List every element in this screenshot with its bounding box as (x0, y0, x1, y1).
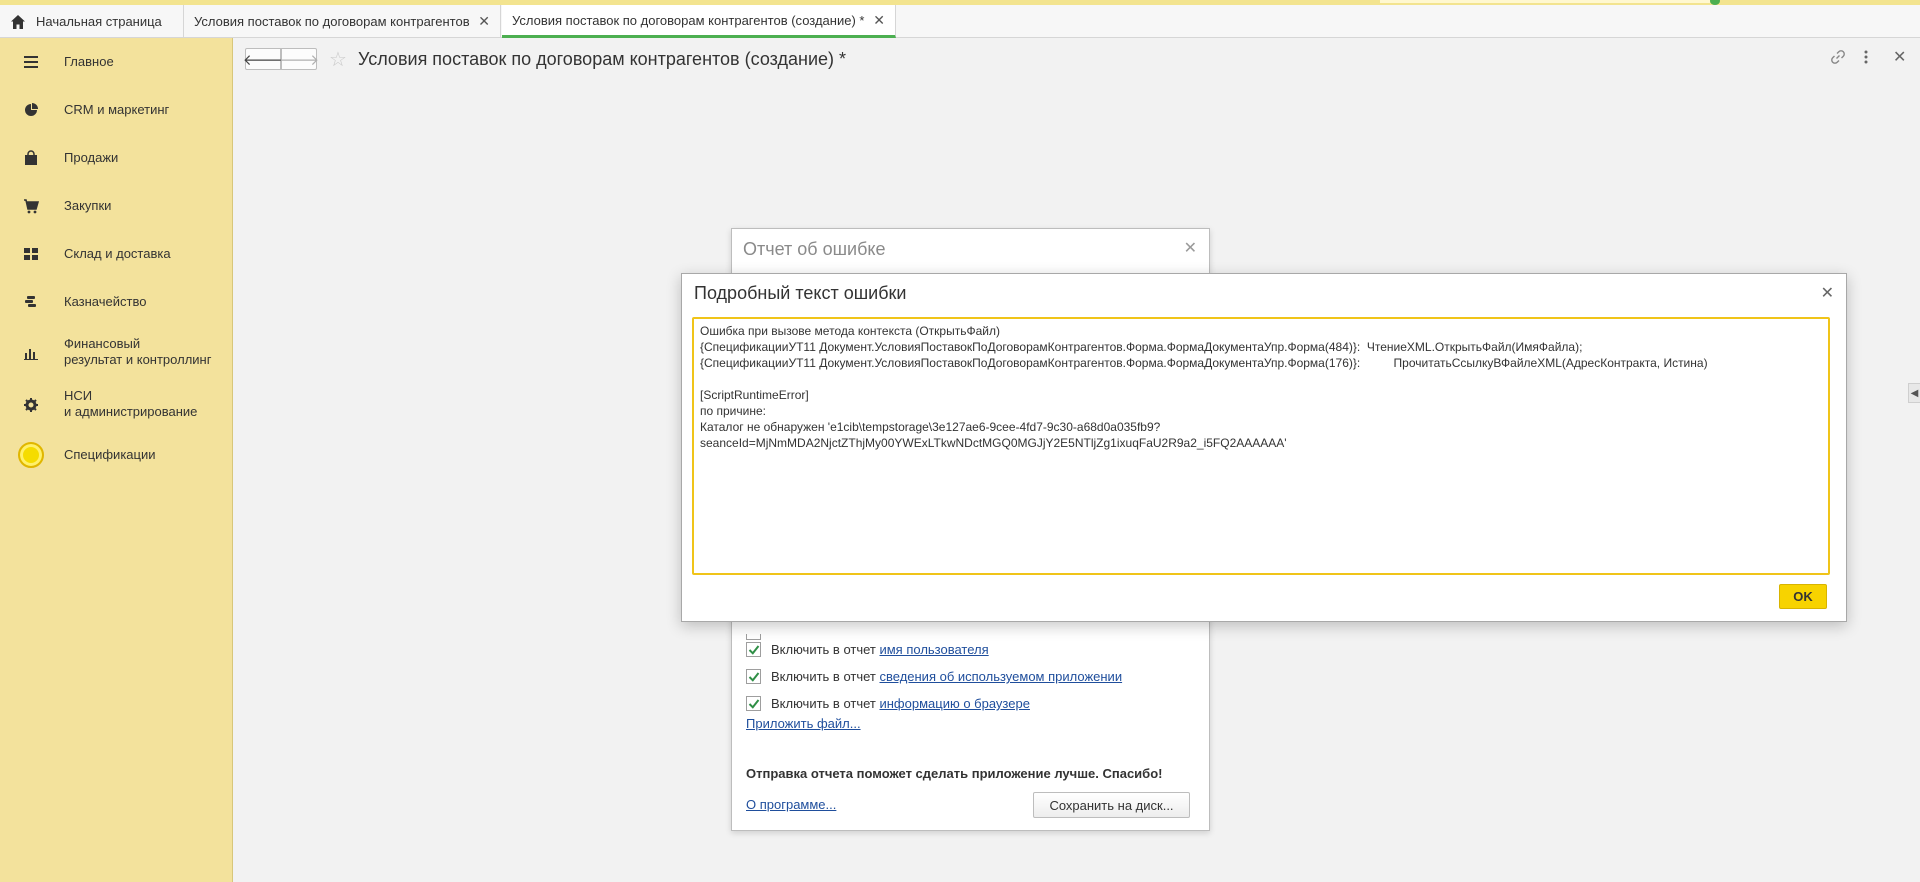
bar-chart-icon (22, 344, 40, 362)
sidebar-item-purchases[interactable]: Закупки (0, 194, 233, 218)
include-user-name-row: Включить в отчет имя пользователя (746, 642, 989, 657)
user-name-link[interactable]: имя пользователя (879, 642, 988, 657)
panel-toggle-icon[interactable]: ◀ (1908, 383, 1920, 403)
close-icon[interactable]: ✕ (1821, 283, 1834, 303)
sidebar-item-label: Финансовый результат и контроллинг (64, 336, 212, 367)
pie-chart-icon (22, 101, 40, 119)
check-prefix: Включить в отчет (771, 642, 880, 657)
sidebar-item-label: НСИ и администрирование (64, 388, 198, 419)
dialog-title: Подробный текст ошибки (694, 283, 907, 303)
attach-file-link[interactable]: Приложить файл... (746, 716, 861, 731)
link-icon[interactable] (1830, 49, 1846, 70)
sidebar-item-specifications[interactable]: Спецификации (0, 440, 233, 470)
sidebar-item-label: Спецификации (64, 447, 156, 462)
gear-icon (22, 396, 40, 414)
coins-icon (22, 293, 40, 311)
about-link[interactable]: О программе... (746, 797, 836, 812)
include-user-name-checkbox[interactable] (746, 642, 761, 657)
shopping-bag-icon (22, 149, 40, 167)
tab-supply-conditions-create[interactable]: Условия поставок по договорам контрагент… (502, 5, 896, 38)
include-browser-info-row: Включить в отчет информацию о браузере (746, 696, 1030, 711)
error-detail-dialog: Подробный текст ошибки ✕ Ошибка при вызо… (681, 273, 1847, 622)
tab-bar: Начальная страница Условия поставок по д… (0, 5, 1920, 38)
check-prefix: Включить в отчет (771, 669, 880, 684)
cart-icon (22, 197, 40, 215)
report-title: Отчет об ошибке (743, 239, 886, 259)
tab-label: Условия поставок по договорам контрагент… (512, 12, 865, 28)
back-button[interactable]: 🡐 (243, 48, 283, 70)
forward-button[interactable]: 🡒 (279, 48, 319, 70)
save-to-disk-button[interactable]: Сохранить на диск... (1033, 792, 1190, 818)
sidebar-item-label: Склад и доставка (64, 246, 171, 261)
checkbox-partial[interactable] (746, 634, 761, 640)
close-icon[interactable]: ✕ (470, 13, 490, 30)
error-text-area[interactable]: Ошибка при вызове метода контекста (Откр… (692, 317, 1830, 575)
include-browser-info-checkbox[interactable] (746, 696, 761, 711)
top-progress-bar (1380, 0, 1710, 3)
sidebar-item-label: Продажи (64, 150, 119, 165)
sidebar-item-nsi-admin[interactable]: НСИ и администрирование (0, 386, 233, 422)
tab-label: Условия поставок по договорам контрагент… (194, 14, 470, 29)
app-info-link[interactable]: сведения об используемом приложении (879, 669, 1122, 684)
sidebar-item-warehouse[interactable]: Склад и доставка (0, 242, 233, 266)
yellow-circle-icon (18, 442, 44, 468)
tab-home-label: Начальная страница (36, 14, 162, 29)
checkmark-icon (748, 698, 759, 709)
checkmark-icon (748, 644, 759, 655)
close-icon[interactable]: ✕ (1893, 47, 1906, 67)
sidebar-item-label: CRM и маркетинг (64, 102, 170, 117)
include-app-info-row: Включить в отчет сведения об используемо… (746, 669, 1122, 684)
sidebar-item-crm[interactable]: CRM и маркетинг (0, 98, 233, 122)
menu-icon (22, 53, 40, 71)
sidebar-item-sales[interactable]: Продажи (0, 146, 233, 170)
sidebar-item-label: Главное (64, 54, 114, 69)
thanks-text: Отправка отчета поможет сделать приложен… (746, 766, 1163, 781)
close-icon[interactable]: ✕ (1184, 238, 1197, 258)
sidebar-item-treasury[interactable]: Казначейство (0, 290, 233, 314)
star-icon[interactable]: ☆ (329, 47, 347, 72)
ok-button[interactable]: OK (1779, 584, 1827, 609)
sidebar-item-label: Закупки (64, 198, 112, 213)
home-icon (11, 14, 25, 29)
form-header: 🡐 🡒 ☆ Условия поставок по договорам конт… (233, 38, 1920, 82)
sidebar-item-financial-result[interactable]: Финансовый результат и контроллинг (0, 334, 233, 370)
browser-info-link[interactable]: информацию о браузере (879, 696, 1029, 711)
sidebar: Главное CRM и маркетинг Продажи Закупки … (0, 38, 233, 882)
tab-supply-conditions-list[interactable]: Условия поставок по договорам контрагент… (184, 5, 501, 38)
page-title: Условия поставок по договорам контрагент… (358, 49, 847, 69)
check-prefix: Включить в отчет (771, 696, 880, 711)
tab-home[interactable]: Начальная страница (0, 5, 184, 38)
partial-checkbox-row (746, 634, 771, 640)
sidebar-item-main[interactable]: Главное (0, 50, 233, 74)
more-vertical-icon[interactable] (1863, 49, 1869, 70)
close-icon[interactable]: ✕ (865, 12, 885, 29)
sidebar-item-label: Казначейство (64, 294, 147, 309)
include-app-info-checkbox[interactable] (746, 669, 761, 684)
checkmark-icon (748, 671, 759, 682)
warehouse-grid-icon (22, 245, 40, 263)
